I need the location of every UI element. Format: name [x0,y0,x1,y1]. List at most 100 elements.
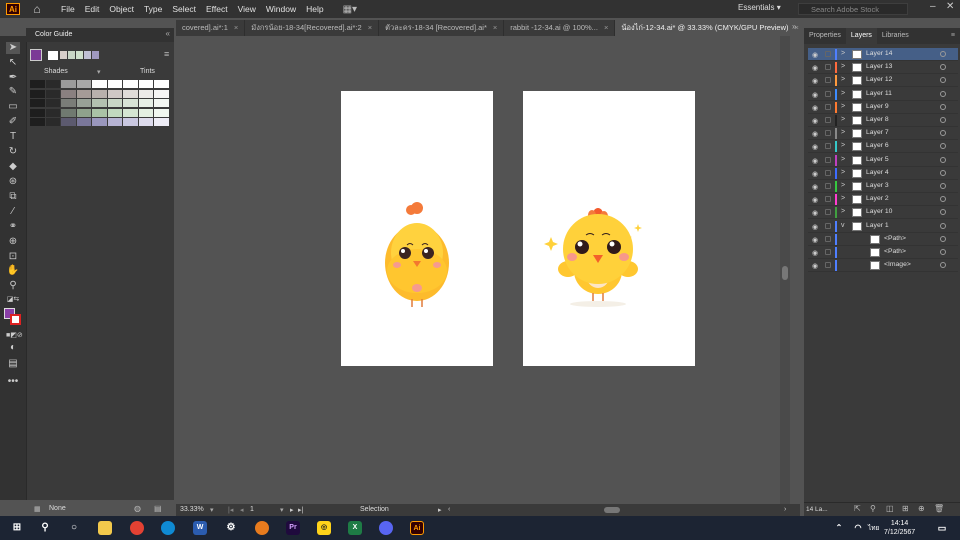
screen-mode-icon[interactable]: ▤ [6,358,20,370]
zoom-dropdown-icon[interactable]: ▾ [210,506,214,514]
target-circle[interactable] [940,90,946,97]
swatch-grid-icon[interactable]: ▦ [34,505,41,513]
tab-doc-3[interactable]: ตัวละคร-18-34 [Recovered].ai* × [379,20,505,36]
selection-tool-icon[interactable]: ➤ [6,42,20,54]
layer-name[interactable]: Layer 11 [866,90,892,97]
lock-toggle[interactable] [825,209,831,216]
lock-toggle[interactable] [825,235,831,242]
color-swatch[interactable] [30,89,46,98]
expand-arrow-icon[interactable]: > [841,208,845,215]
target-circle[interactable] [940,143,946,150]
first-artboard-icon[interactable]: |◂ [228,506,233,514]
layer-row[interactable]: ◉ <Path> [808,233,958,246]
settings-icon[interactable]: ⚙ [224,521,238,535]
lock-toggle[interactable] [825,196,831,203]
close-icon[interactable]: × [493,20,497,36]
home-icon[interactable]: ⌂ [30,2,44,16]
color-swatch[interactable] [61,118,77,126]
notification-icon[interactable]: ▭ [935,521,949,535]
layer-row[interactable]: ◉ > Layer 13 [808,61,958,75]
close-icon[interactable]: ✕ [946,1,954,12]
visibility-eye-icon[interactable]: ◉ [812,249,818,257]
target-circle[interactable] [940,183,946,189]
visibility-eye-icon[interactable]: ◉ [812,183,818,191]
blend-tool-icon[interactable]: ⚭ [6,221,20,233]
color-swatch[interactable] [92,80,108,88]
layer-row[interactable]: ◉ > Layer 7 [808,127,958,141]
tab-doc-active[interactable]: น้องไก่-12-34.ai* @ 33.33% (CMYK/GPU Pre… [615,20,800,36]
expand-arrow-icon[interactable]: > [841,76,845,83]
layer-name[interactable]: <Path> [884,235,906,242]
artboard-tool-icon[interactable]: ⊡ [6,251,20,263]
layer-name[interactable]: Layer 10 [866,208,892,215]
tabs-overflow-icon[interactable]: » [792,22,796,31]
variation-dropdown-icon[interactable]: ▾ [97,68,101,76]
target-circle[interactable] [940,262,946,269]
target-circle[interactable] [940,209,946,216]
lock-toggle[interactable] [825,51,831,57]
visibility-eye-icon[interactable]: ◉ [812,262,818,270]
target-circle[interactable] [940,64,946,71]
direct-selection-tool-icon[interactable]: ↖ [6,57,20,69]
target-circle[interactable] [940,103,946,110]
color-swatch[interactable] [154,80,170,88]
color-swatch[interactable] [138,118,154,126]
layer-row[interactable]: ◉ > Layer 2 [808,193,958,207]
hand-tool-icon[interactable]: ✋ [6,265,20,277]
chevron-up-icon[interactable]: ⌃ [832,521,846,535]
visibility-eye-icon[interactable]: ◉ [812,157,818,165]
tab-doc-1[interactable]: covered].ai*:1 × [176,20,246,36]
layer-name[interactable]: Layer 14 [866,50,892,57]
close-icon[interactable]: × [368,20,372,36]
next-artboard-icon[interactable]: ▸ [290,506,294,514]
lock-toggle[interactable] [825,249,831,255]
layer-name[interactable]: Layer 8 [866,116,889,123]
visibility-eye-icon[interactable]: ◉ [812,51,818,59]
lock-toggle[interactable] [825,156,831,163]
visibility-eye-icon[interactable]: ◉ [812,209,818,217]
expand-arrow-icon[interactable]: > [841,182,845,189]
layer-row[interactable]: ◉ > Layer 9 [808,101,958,114]
expand-arrow-icon[interactable]: > [841,169,845,176]
excel-icon[interactable]: X [348,521,362,535]
color-swatch[interactable] [45,108,61,117]
tab-layers[interactable]: Layers [845,28,877,44]
target-circle[interactable] [940,117,946,123]
layer-name[interactable]: Layer 7 [866,129,889,136]
target-circle[interactable] [940,77,946,84]
target-circle[interactable] [940,169,946,176]
expand-arrow-icon[interactable]: > [841,63,845,70]
eyedropper-tool-icon[interactable]: ⁄ [6,206,20,218]
stroke-swatch[interactable] [10,314,21,325]
expand-arrow-icon[interactable]: > [841,116,845,123]
export-icon[interactable]: ⇱ [854,504,861,513]
color-swatch[interactable] [138,99,154,107]
color-swatch[interactable] [76,89,92,98]
edge-icon[interactable] [161,521,175,535]
arrange-documents-icon[interactable]: ▦▾ [343,4,357,15]
artboard-2[interactable] [523,91,695,366]
color-swatch[interactable] [30,99,46,107]
target-circle[interactable] [940,51,946,57]
word-icon[interactable]: W [193,521,207,535]
color-swatch[interactable] [107,108,123,117]
lock-toggle[interactable] [825,103,831,110]
color-swatch[interactable] [154,118,170,126]
lock-toggle[interactable] [825,183,831,189]
menu-file[interactable]: File [56,4,80,14]
color-swatch[interactable] [123,118,139,126]
lock-toggle[interactable] [825,130,831,137]
last-artboard-icon[interactable]: ▸| [298,506,303,514]
target-circle[interactable] [940,156,946,163]
color-swatch[interactable] [107,118,123,126]
visibility-eye-icon[interactable]: ◉ [812,143,818,151]
visibility-eye-icon[interactable]: ◉ [812,130,818,138]
layer-name[interactable]: Layer 3 [866,182,889,189]
lock-toggle[interactable] [825,90,831,97]
target-circle[interactable] [940,235,946,242]
layer-row[interactable]: ◉ > Layer 10 [808,206,958,220]
color-swatch[interactable] [107,80,123,88]
color-swatch[interactable] [92,108,108,117]
layer-row[interactable]: ◉ v Layer 1 [808,220,958,233]
menu-help[interactable]: Help [301,4,328,14]
